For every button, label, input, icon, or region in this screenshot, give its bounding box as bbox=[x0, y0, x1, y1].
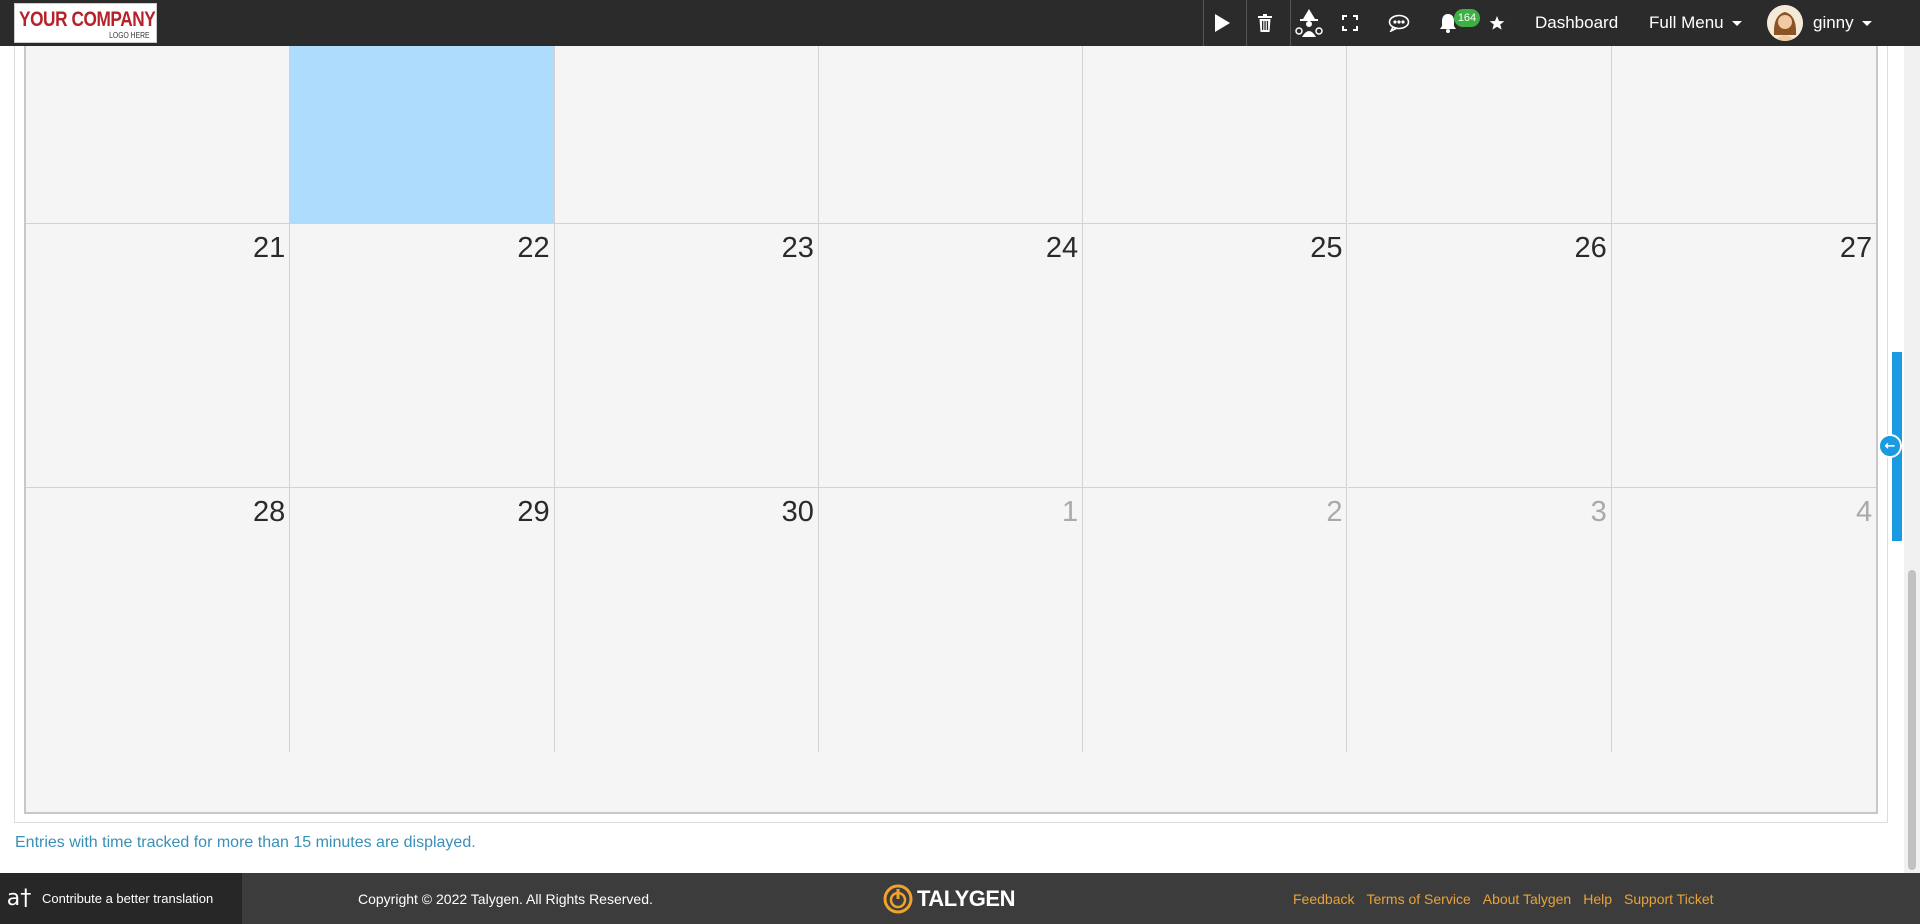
day-number: 3 bbox=[1590, 496, 1607, 528]
tracking-note: Entries with time tracked for more than … bbox=[15, 834, 476, 851]
month-calendar: 14151617181920212223242526272829301234 bbox=[24, 0, 1878, 814]
day-number: 30 bbox=[781, 496, 814, 528]
talygen-brand[interactable]: TALYGEN bbox=[883, 882, 1015, 916]
full-menu-dropdown[interactable]: Full Menu bbox=[1649, 0, 1742, 46]
separator bbox=[1246, 0, 1247, 46]
calendar-day[interactable]: 25 bbox=[1083, 224, 1348, 488]
brand-name: TALYGEN bbox=[917, 886, 1015, 911]
arrow-left-icon[interactable]: ← bbox=[1878, 434, 1902, 458]
calendar-day[interactable]: 3 bbox=[1347, 488, 1612, 752]
play-icon[interactable] bbox=[1204, 0, 1240, 46]
translate-button[interactable]: a† Contribute a better translation bbox=[0, 873, 242, 924]
scrollbar-thumb[interactable] bbox=[1908, 570, 1916, 870]
day-number: 27 bbox=[1839, 232, 1873, 264]
day-number: 4 bbox=[1855, 496, 1873, 528]
day-number: 23 bbox=[781, 232, 814, 264]
day-number: 21 bbox=[253, 232, 286, 264]
calendar-day[interactable]: 29 bbox=[290, 488, 555, 752]
trash-icon[interactable] bbox=[1252, 0, 1278, 46]
calendar-day[interactable]: 24 bbox=[818, 224, 1084, 488]
full-menu-label: Full Menu bbox=[1649, 13, 1724, 32]
calendar-day[interactable]: 22 bbox=[290, 224, 555, 488]
footer-links: Feedback Terms of Service About Talygen … bbox=[1293, 873, 1726, 924]
footer-link-help[interactable]: Help bbox=[1583, 891, 1612, 907]
footer-link-feedback[interactable]: Feedback bbox=[1293, 891, 1354, 907]
footer: a† Contribute a better translation Copyr… bbox=[0, 873, 1920, 924]
top-navbar: YOUR COMPANY LOGO HERE 164 Dashboard Ful… bbox=[0, 0, 1920, 46]
caret-down-icon bbox=[1861, 20, 1872, 26]
wizard-icon[interactable] bbox=[1291, 0, 1327, 46]
calendar-day[interactable]: 30 bbox=[554, 488, 819, 752]
calendar-day[interactable]: 28 bbox=[26, 488, 291, 752]
user-menu[interactable]: ginny bbox=[1813, 0, 1872, 46]
logo-subtext: LOGO HERE bbox=[109, 31, 150, 40]
avatar[interactable] bbox=[1767, 5, 1803, 41]
day-number: 1 bbox=[1062, 496, 1079, 528]
footer-link-terms[interactable]: Terms of Service bbox=[1366, 891, 1470, 907]
calendar-day[interactable]: 26 bbox=[1347, 224, 1612, 488]
user-name: ginny bbox=[1813, 13, 1854, 32]
fullscreen-icon[interactable] bbox=[1338, 0, 1362, 46]
day-number: 25 bbox=[1310, 232, 1343, 264]
footer-link-about[interactable]: About Talygen bbox=[1483, 891, 1571, 907]
translate-label: Contribute a better translation bbox=[42, 891, 214, 906]
company-logo[interactable]: YOUR COMPANY LOGO HERE bbox=[14, 3, 157, 43]
day-number: 29 bbox=[517, 496, 550, 528]
day-number: 28 bbox=[253, 496, 286, 528]
caret-down-icon bbox=[1731, 20, 1742, 26]
day-number: 2 bbox=[1326, 496, 1343, 528]
copyright-text: Copyright © 2022 Talygen. All Rights Res… bbox=[358, 890, 653, 907]
dashboard-link[interactable]: Dashboard bbox=[1535, 0, 1618, 46]
talygen-logo-icon bbox=[883, 884, 913, 914]
logo-text: YOUR COMPANY bbox=[19, 8, 156, 31]
day-number: 24 bbox=[1045, 232, 1079, 264]
notification-badge: 164 bbox=[1454, 9, 1480, 27]
calendar-day[interactable]: 21 bbox=[26, 224, 291, 488]
chat-icon[interactable] bbox=[1386, 0, 1412, 46]
calendar-day[interactable]: 2 bbox=[1083, 488, 1348, 752]
footer-link-support[interactable]: Support Ticket bbox=[1624, 891, 1714, 907]
day-number: 22 bbox=[517, 232, 550, 264]
calendar-day[interactable]: 23 bbox=[554, 224, 819, 488]
calendar-day[interactable]: 1 bbox=[818, 488, 1084, 752]
star-icon[interactable] bbox=[1485, 0, 1509, 46]
calendar-day[interactable]: 27 bbox=[1611, 224, 1877, 488]
day-number: 26 bbox=[1574, 232, 1607, 264]
translate-icon: a† bbox=[6, 886, 32, 911]
calendar-day[interactable]: 4 bbox=[1611, 488, 1877, 752]
